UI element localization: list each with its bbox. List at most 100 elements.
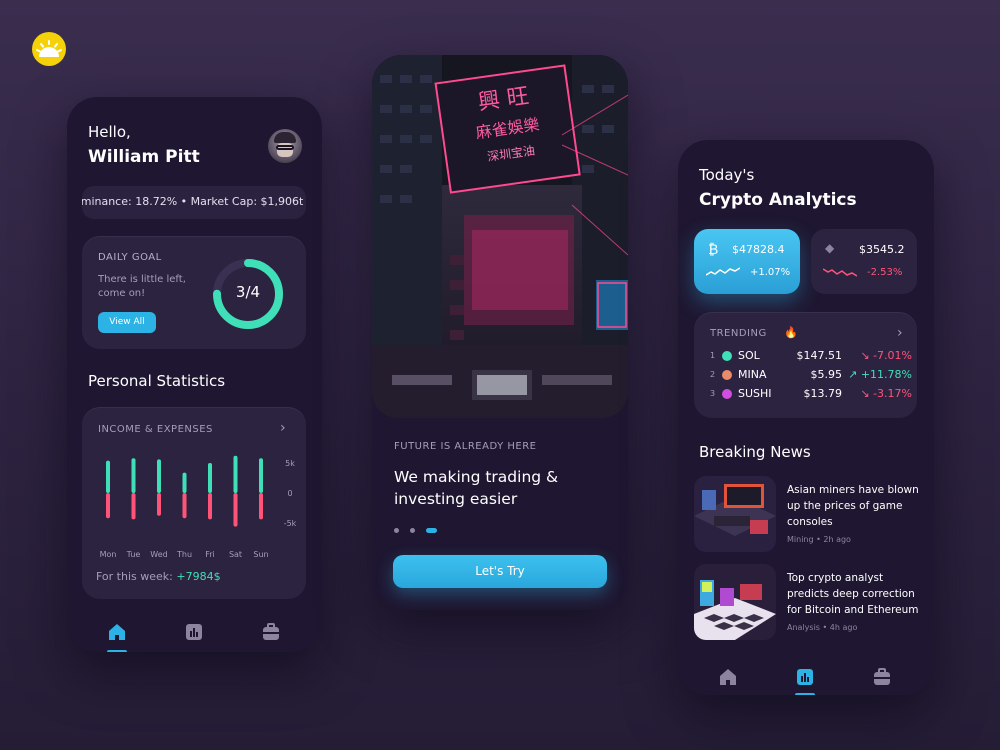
income-bar [131,458,136,493]
page-dot[interactable] [410,528,415,533]
trending-price: $147.51 [796,349,843,362]
market-ticker: ominance: 18.72% • Market Cap: $1,906t [82,186,306,219]
active-tab-indicator [107,650,127,652]
wallet-icon[interactable] [871,666,893,688]
dashboard-screen: Hello, William Pitt ominance: 18.72% • M… [67,97,322,652]
page-dot[interactable] [394,528,399,533]
x-tick-label: Mon [100,550,117,559]
onboarding-screen: 興 旺 麻雀娛樂 深圳宝油 FUTURE IS ALREADY HERE We … [372,55,628,610]
home-icon[interactable] [106,621,128,643]
news-meta: Analysis • 4h ago [787,623,858,632]
daily-goal-title: DAILY GOAL [98,252,162,263]
user-name: William Pitt [88,147,200,167]
personal-statistics-title: Personal Statistics [88,372,226,390]
bottom-nav [67,612,322,652]
y-tick-label: -5k [284,519,297,528]
analytics-title-line1: Today's [699,166,755,184]
daily-goal-description: There is little left, come on! [98,274,186,299]
expense-bar [259,493,263,520]
hero-tagline: FUTURE IS ALREADY HERE [394,441,537,452]
x-tick-label: Sun [253,550,268,559]
ethereum-icon: ◆ [825,241,835,255]
analytics-screen: Today's Crypto Analytics ₿ $47828.4 +1.0… [678,140,934,695]
ticker-text: ominance: 18.72% • Market Cap: $1,906t [82,195,304,208]
trending-name: MINA [738,368,767,381]
trending-rank: 3 [710,389,716,398]
goal-progress-label: 3/4 [235,283,261,301]
expense-bar [233,493,238,527]
trending-card[interactable]: TRENDING 🔥 › 1 SOL $147.51 ↘ -7.01% 2 MI… [694,312,917,418]
bitcoin-sparkline [706,267,740,276]
expense-bar [182,493,187,519]
x-tick-label: Wed [150,550,167,559]
mina-icon [722,370,732,380]
ethereum-change: -2.53% [867,267,903,278]
trending-row[interactable]: 2 MINA $5.95 ↗ +11.78% [710,368,912,384]
ethereum-sparkline [823,268,857,277]
sun-logo-icon [32,32,66,66]
x-tick-label: Tue [126,550,141,559]
chevron-right-icon[interactable]: › [280,420,286,436]
neon-city-building-photo: 興 旺 麻雀娛樂 深圳宝油 [372,55,628,418]
trending-change: ↗ +11.78% [848,368,912,381]
chevron-right-icon[interactable]: › [897,325,903,341]
x-tick-label: Sat [229,550,242,559]
x-tick-label: Thu [176,550,192,559]
trending-change: ↘ -7.01% [860,349,912,362]
trending-row[interactable]: 3 SUSHI $13.79 ↘ -3.17% [710,387,912,403]
fire-icon: 🔥 [784,326,798,339]
expense-bar [106,493,110,519]
x-tick-label: Fri [205,550,215,559]
page-dot-active[interactable] [426,528,437,533]
news-meta: Mining • 2h ago [787,535,851,544]
active-tab-indicator [795,693,815,695]
y-tick-label: 5k [285,459,295,468]
income-expenses-card[interactable]: INCOME & EXPENSES › Mon Tue Wed Thu Fri Sat Su… [82,407,306,599]
daily-goal-card: DAILY GOAL There is little left, come on… [82,236,306,349]
income-bar [182,472,187,493]
trending-title: TRENDING [710,328,767,339]
ethereum-card[interactable]: ◆ $3545.2 -2.53% [811,229,917,294]
income-bar [106,460,110,493]
hero-heading: We making trading & investing easier [394,468,559,508]
income-expenses-chart: Mon Tue Wed Thu Fri Sat Sun 5k 0 -5k [100,455,297,559]
greeting: Hello, [88,123,131,141]
view-all-button[interactable]: View All [98,312,156,333]
breaking-news-title: Breaking News [699,443,811,461]
ethereum-price: $3545.2 [859,243,905,256]
week-value: +7984$ [176,570,221,583]
expense-bar [157,493,161,516]
stats-icon[interactable] [183,621,205,643]
week-summary: For this week: +7984$ [96,570,221,583]
income-bar [157,459,161,493]
income-bar [233,455,238,493]
lets-try-button[interactable]: Let's Try [393,555,607,588]
gaming-room-thumbnail[interactable] [694,476,776,552]
y-tick-label: 0 [287,489,292,498]
income-bar [259,458,263,493]
expense-bar [208,493,212,520]
expense-bar [131,493,136,520]
bitcoin-price: $47828.4 [732,243,785,256]
trending-name: SOL [738,349,760,362]
trending-price: $13.79 [803,387,843,400]
bitcoin-icon: ₿ [708,242,719,258]
analytics-title-line2: Crypto Analytics [699,190,857,210]
trending-change: ↘ -3.17% [860,387,912,400]
wallet-icon[interactable] [260,621,282,643]
trending-price: $5.95 [810,368,843,381]
arcade-room-thumbnail[interactable] [694,564,776,640]
trending-row[interactable]: 1 SOL $147.51 ↘ -7.01% [710,349,912,365]
trending-rank: 1 [710,351,716,360]
home-icon[interactable] [717,666,739,688]
trending-name: SUSHI [738,387,772,400]
sol-icon [722,351,732,361]
avatar[interactable] [268,129,302,163]
stats-icon[interactable] [794,666,816,688]
news-headline[interactable]: Asian miners have blown up the prices of… [787,482,921,530]
sushi-icon [722,389,732,399]
week-label: For this week: [96,570,173,583]
bitcoin-change: +1.07% [750,267,791,278]
news-headline[interactable]: Top crypto analyst predicts deep correct… [787,570,921,618]
bitcoin-card[interactable]: ₿ $47828.4 +1.07% [694,229,800,294]
